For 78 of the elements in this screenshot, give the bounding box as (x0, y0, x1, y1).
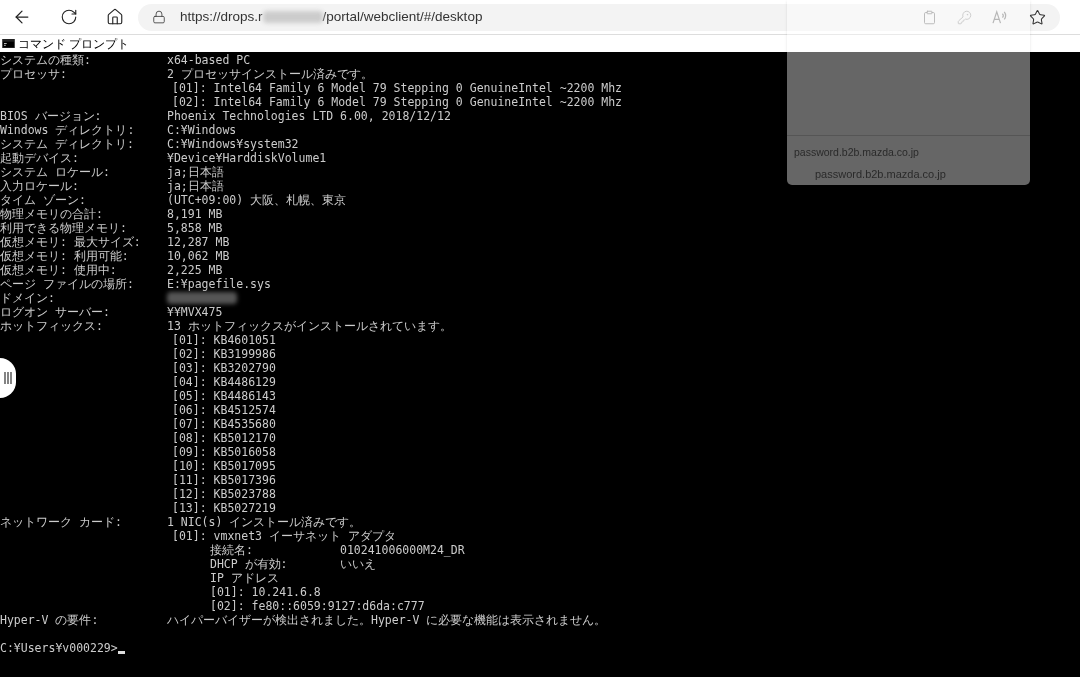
property-value: x64-based PC (167, 53, 251, 67)
property-label: ドメイン: (0, 291, 56, 305)
property-value: [07]: KB4535680 (172, 417, 276, 431)
property-label: Hyper-V の要件: (0, 613, 100, 627)
refresh-icon[interactable] (60, 8, 78, 26)
property-value: ¥Device¥HarddiskVolume1 (167, 151, 327, 165)
property-value: [01]: Intel64 Family 6 Model 79 Stepping 0 GenuineIntel ~2200 Mhz (172, 81, 623, 95)
property-label: システムの種類: (0, 53, 92, 67)
property-value: [02]: Intel64 Family 6 Model 79 Stepping 0 GenuineIntel ~2200 Mhz (172, 95, 623, 109)
property-value: [10]: KB5017095 (172, 459, 276, 473)
property-value: [09]: KB5016058 (172, 445, 276, 459)
property-value: [13]: KB5027219 (172, 501, 276, 515)
clipboard-icon[interactable] (922, 9, 937, 25)
property-label: BIOS バージョン: (0, 109, 103, 123)
property-label: DHCP が有効: (210, 557, 289, 571)
cursor (117, 651, 125, 654)
property-value: [06]: KB4512574 (172, 403, 276, 417)
property-value: 13 ホットフィックスがインストールされています。 (167, 319, 452, 333)
property-value: 2 プロセッサインストール済みです。 (167, 67, 373, 81)
property-label: 利用できる物理メモリ: (0, 221, 128, 235)
property-label: ネットワーク カード: (0, 515, 123, 529)
property-label: 入力ロケール: (0, 179, 80, 193)
home-icon[interactable] (106, 8, 124, 26)
url-text: https://drops.r (180, 7, 263, 26)
property-value: [12]: KB5023788 (172, 487, 276, 501)
property-value: [11]: KB5017396 (172, 473, 276, 487)
property-label: 仮想メモリ: 最大サイズ: (0, 235, 142, 249)
property-value: Phoenix Technologies LTD 6.00, 2018/12/12 (167, 109, 451, 123)
favorite-icon[interactable] (1029, 8, 1046, 26)
redaction-blur (262, 11, 323, 23)
property-label: ホットフィックス: (0, 319, 104, 333)
property-value: ハイパーバイザーが検出されました。Hyper-V に必要な機能は表示されません。 (167, 613, 607, 627)
property-value: [01]: KB4601051 (172, 333, 276, 347)
property-value: 010241006000M24_DR (340, 543, 465, 557)
property-label: 起動デバイス: (0, 151, 80, 165)
property-value: [03]: KB3202790 (172, 361, 276, 375)
property-value: [01]: vmxnet3 イーサネット アダプタ (172, 529, 396, 543)
property-label: Windows ディレクトリ: (0, 123, 136, 137)
property-label: 仮想メモリ: 利用可能: (0, 249, 130, 263)
console-icon (2, 39, 15, 48)
property-value: [02]: fe80::6059:9127:d6da:c777 (210, 599, 425, 613)
window-title: コマンド プロンプト (18, 35, 130, 53)
property-label: 物理メモリの合計: (0, 207, 104, 221)
property-value: ¥¥MVX475 (167, 305, 223, 319)
popup-heading: password.b2b.mazda.co.jp (793, 145, 920, 159)
property-label: ページ ファイルの場所: (0, 277, 135, 291)
property-label: 仮想メモリ: 使用中: (0, 263, 118, 277)
property-value: [08]: KB5012170 (172, 431, 276, 445)
property-label: 接続名: (210, 543, 254, 557)
property-label: ログオン サーバー: (0, 305, 111, 319)
url-text: /portal/webclient/#/desktop (322, 7, 483, 26)
property-value: 1 NIC(s) インストール済みです。 (167, 515, 362, 529)
property-value: 5,858 MB (167, 221, 223, 235)
property-value: E:¥pagefile.sys (167, 277, 271, 291)
property-value: [02]: KB3199986 (172, 347, 276, 361)
property-value: ja;日本語 (167, 179, 224, 193)
property-value: ja;日本語 (167, 165, 224, 179)
property-value: 8,191 MB (167, 207, 223, 221)
property-value: IP アドレス (210, 571, 279, 585)
property-value: いいえ (340, 557, 376, 571)
property-value: (UTC+09:00) 大阪、札幌、東京 (167, 193, 347, 207)
property-value: [05]: KB4486143 (172, 389, 276, 403)
property-label: システム ロケール: (0, 165, 111, 179)
side-handle[interactable] (0, 358, 16, 398)
property-value: 10,062 MB (167, 249, 230, 263)
property-value: 12,287 MB (167, 235, 230, 249)
property-value: 2,225 MB (167, 263, 223, 277)
property-value: [01]: 10.241.6.8 (210, 585, 321, 599)
lock-icon (152, 10, 166, 24)
grip-icon (4, 372, 12, 384)
address-bar[interactable]: https://drops.r /portal/webclient/#/desktop (138, 3, 1060, 31)
property-value: C:¥Windows¥system32 (167, 137, 299, 151)
property-value: C:¥Windows (167, 123, 237, 137)
property-value: [04]: KB4486129 (172, 375, 276, 389)
property-label: タイム ゾーン: (0, 193, 87, 207)
command-prompt[interactable]: C:¥Users¥v000229> (0, 641, 118, 655)
property-label: システム ディレクトリ: (0, 137, 135, 151)
property-label: プロセッサ: (0, 67, 68, 81)
